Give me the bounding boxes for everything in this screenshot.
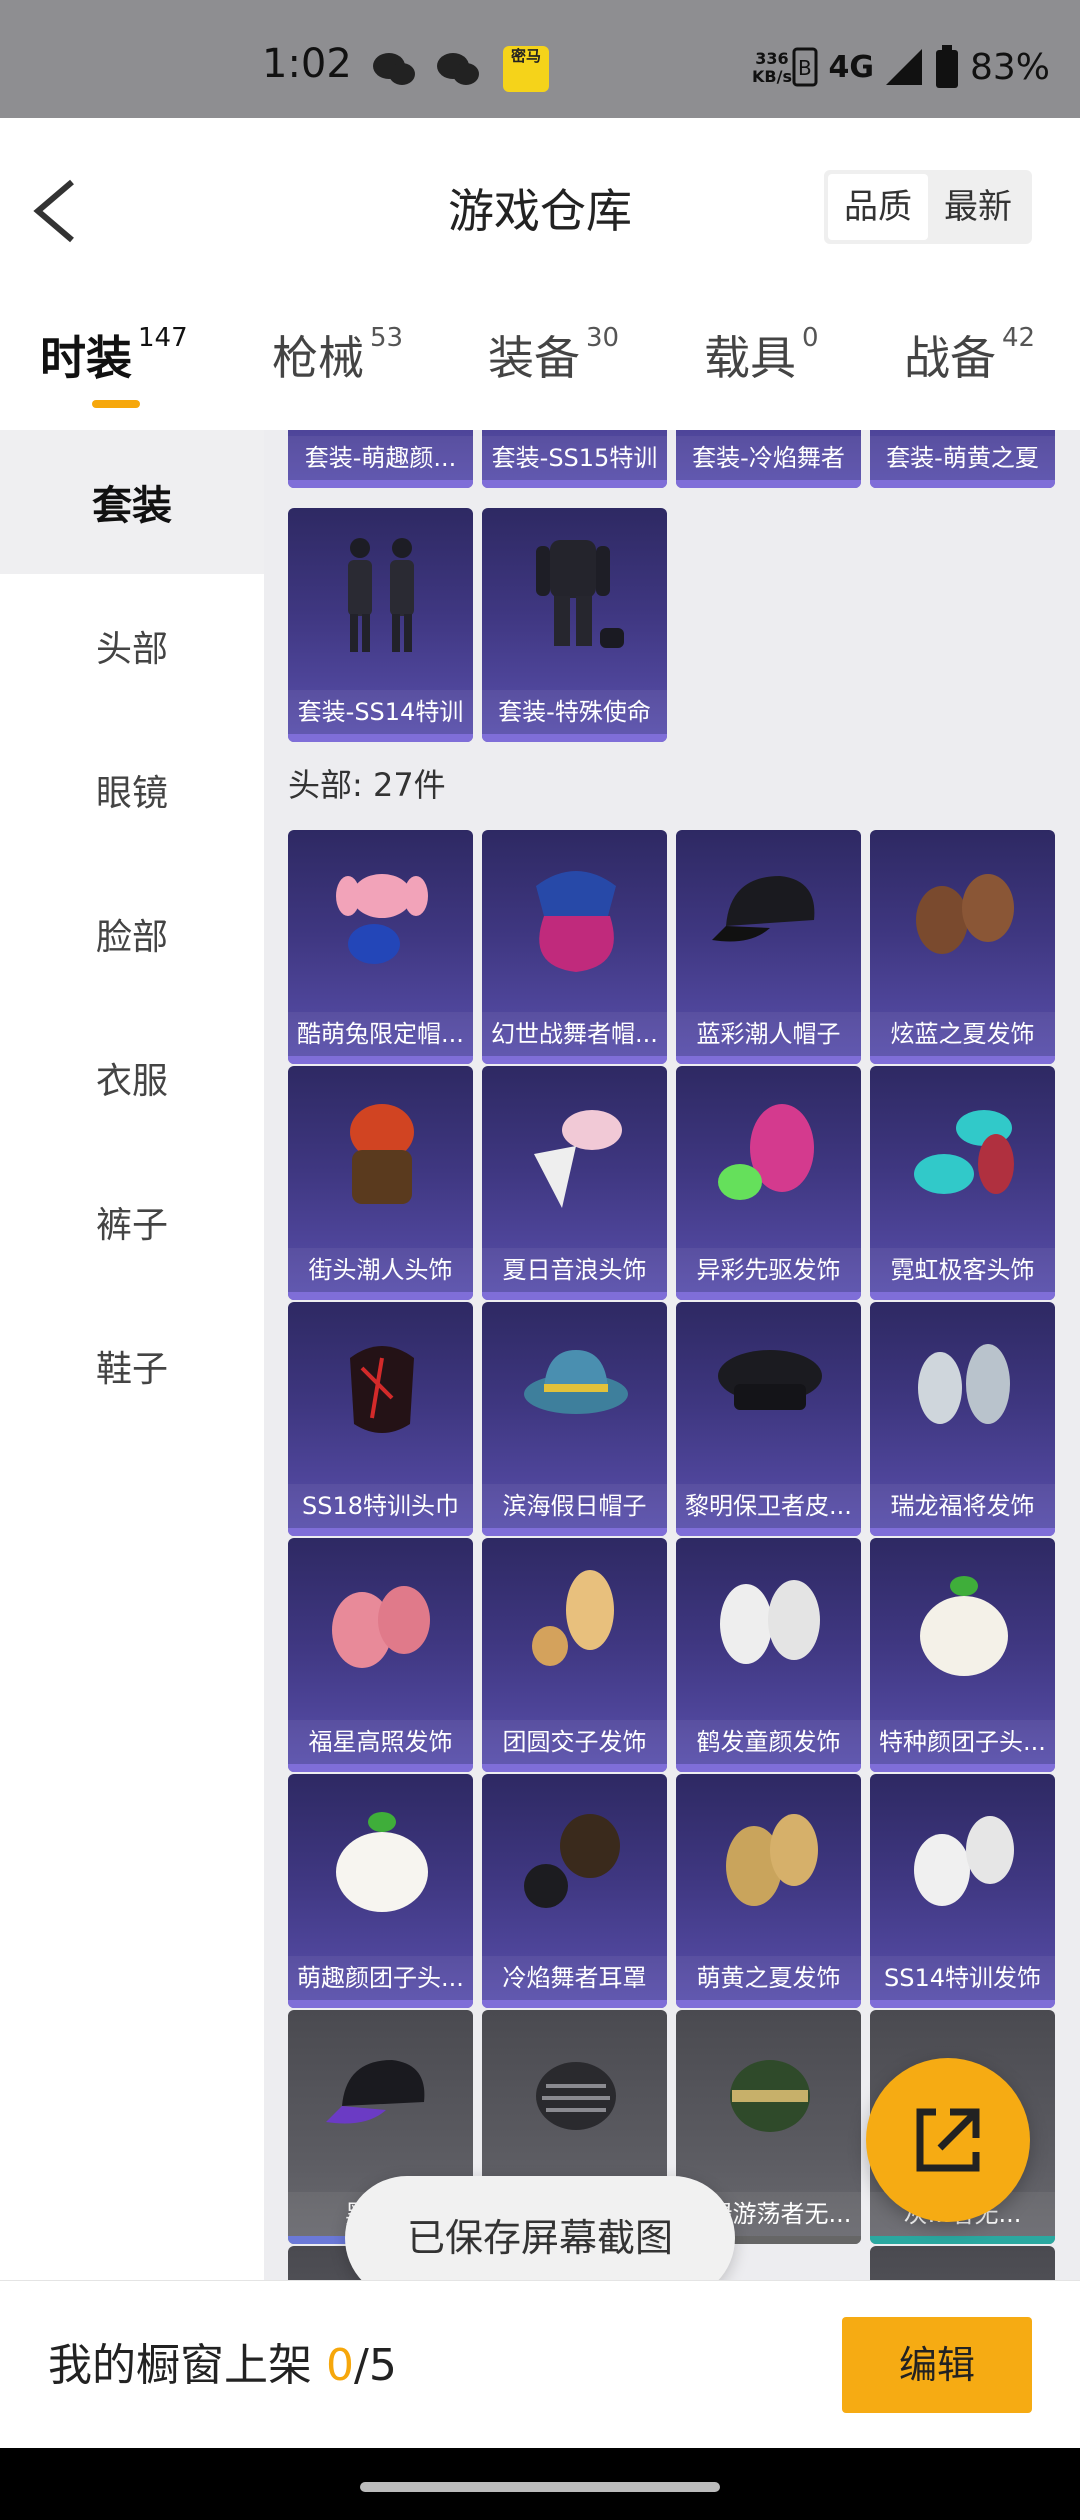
dumpling-head-icon [920,1576,1008,1676]
showcase-status: 我的橱窗上架 0/5 [48,2340,397,2391]
battery-icon [935,45,958,88]
item-card[interactable]: SS14特训发饰 [870,1774,1055,2008]
edit-button[interactable]: 编辑 [842,2317,1032,2413]
sort-newest-button[interactable]: 最新 [928,174,1028,240]
item-card[interactable]: 蓝彩潮人帽子 [676,830,861,1064]
suit-figure-icon [348,538,414,652]
white-hair-icon [720,1580,820,1664]
item-card[interactable]: 套装-特殊使命 [482,508,667,742]
sidebar-item-head[interactable]: 头部 [0,574,264,718]
item-card[interactable]: 夏日音浪头饰 [482,1066,667,1300]
dragon-hair-icon [918,1344,1010,1424]
item-card[interactable]: 萌趣颜团子头... [288,1774,473,2008]
svg-text:B: B [798,56,812,80]
officer-cap-icon [718,1350,822,1410]
bandana-icon [350,1346,414,1433]
item-card[interactable]: 霓虹极客头饰 [870,1066,1055,1300]
beanie-icon [536,2062,616,2130]
pink-hair-icon [332,1586,430,1668]
wechat-icon [437,53,479,85]
item-card[interactable]: 瑞龙福将发饰 [870,1302,1055,1536]
sidebar-item-glasses[interactable]: 眼镜 [0,718,264,862]
sidebar-item-clothes[interactable]: 衣服 [0,1006,264,1150]
active-tab-indicator [92,400,140,408]
bucket-hat-icon [524,1350,628,1414]
system-nav-bar [0,2448,1080,2520]
home-handle[interactable] [360,2482,720,2492]
volte-icon: B [792,47,818,87]
cap-mask-icon [534,1110,622,1208]
status-right: B 4G 83% [792,44,1050,90]
item-card[interactable]: 福星高照发饰 [288,1538,473,1772]
item-card[interactable]: 套装-SS14特训 [288,508,473,742]
sort-toggle: 品质 最新 [824,170,1032,244]
header: 游戏仓库 品质 最新 时装 147 枪械 53 装备 30 载具 0 战备 42 [0,118,1080,430]
battery-level: 83% [969,46,1050,88]
earmuff-hair-icon [524,1814,620,1908]
mima-app-icon: 密马 [503,46,549,92]
beanie-icon [730,2060,810,2132]
white-hair-icon [914,1816,1014,1906]
sidebar-item-pants[interactable]: 裤子 [0,1150,264,1294]
item-card[interactable]: 滨海假日帽子 [482,1302,667,1536]
item-card[interactable]: 套装-冷焰舞者 [676,430,861,488]
dumpling-head-icon [336,1812,428,1912]
network-type: 4G [828,49,874,85]
item-card[interactable] [870,2246,1055,2280]
beanie-hair-icon [350,1104,414,1204]
sidebar-item-suits[interactable]: 套装 [0,430,264,574]
tab-guns[interactable]: 枪械 53 [272,318,403,398]
cap-icon [326,2060,425,2124]
tab-combat-gear[interactable]: 战备 42 [904,318,1035,398]
bottom-bar: 我的橱窗上架 0/5 编辑 [0,2280,1080,2448]
item-card[interactable]: 套装-萌趣颜... [288,430,473,488]
share-button[interactable] [866,2058,1030,2222]
bunny-hat-icon [336,874,428,964]
sidebar-item-face[interactable]: 脸部 [0,862,264,1006]
external-link-icon [916,2108,980,2172]
blonde-hair-icon [532,1570,614,1666]
tab-equipment[interactable]: 装备 30 [488,318,619,398]
section-title-head: 头部: 27件 [288,766,446,804]
item-card[interactable]: 异彩先驱发饰 [676,1066,861,1300]
signal-icon [885,49,922,85]
status-bar: 1:02 密马 336 KB/s B 4G 83% [0,0,1080,118]
neon-cap-icon [914,1110,1014,1194]
status-time: 1:02 [262,41,352,87]
item-card[interactable]: 套装-萌黄之夏 [870,430,1055,488]
tab-fashion[interactable]: 时装 147 [40,318,188,398]
item-card[interactable]: 特种颜团子头... [870,1538,1055,1772]
item-card[interactable]: 萌黄之夏发饰 [676,1774,861,2008]
cap-icon [712,876,815,942]
wechat-icon [373,53,415,85]
sort-quality-button[interactable]: 品质 [828,174,928,240]
tab-vehicles[interactable]: 载具 0 [704,318,819,398]
item-card[interactable]: 冷焰舞者耳罩 [482,1774,667,2008]
item-card[interactable]: 幻世战舞者帽... [482,830,667,1064]
suit-figure-icon [536,540,624,648]
item-card[interactable]: 黎明保卫者皮... [676,1302,861,1536]
sidebar-item-shoes[interactable]: 鞋子 [0,1294,264,1438]
hair-icon [916,874,1014,954]
network-speed: 336 KB/s [752,49,792,86]
blonde-hair-icon [726,1814,818,1906]
item-card[interactable]: SS18特训头巾 [288,1302,473,1536]
item-card[interactable]: 团圆交子发饰 [482,1538,667,1772]
bucket-hat-icon [536,871,616,972]
item-card[interactable]: 套装-SS15特训 [482,430,667,488]
item-card[interactable]: 酷萌兔限定帽... [288,830,473,1064]
item-card[interactable]: 街头潮人头饰 [288,1066,473,1300]
hair-accessory-icon [718,1104,814,1200]
category-tabs: 时装 147 枪械 53 装备 30 载具 0 战备 42 [0,318,1080,408]
item-card[interactable]: 炫蓝之夏发饰 [870,830,1055,1064]
item-card[interactable]: 鹤发童颜发饰 [676,1538,861,1772]
sidebar: 套装 头部 眼镜 脸部 衣服 裤子 鞋子 [0,430,264,2280]
